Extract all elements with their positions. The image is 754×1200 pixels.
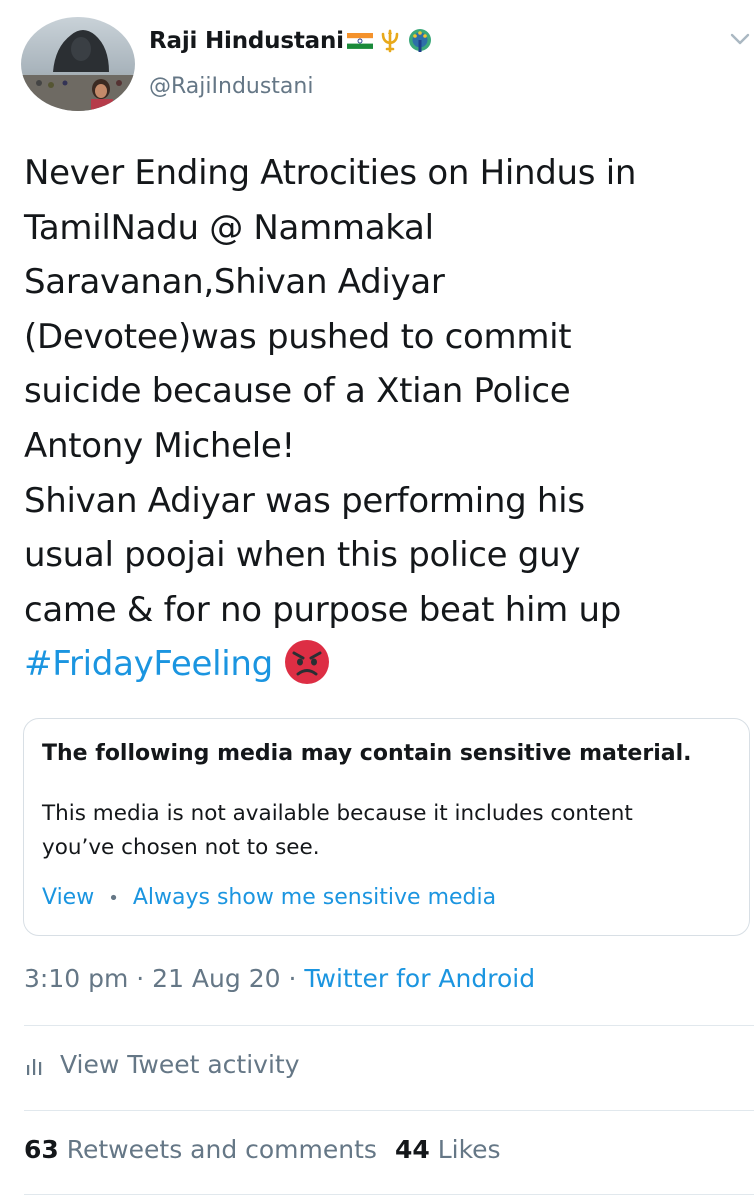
tweet-date: 21 Aug 20 xyxy=(152,964,281,993)
angry-face-icon xyxy=(284,639,329,684)
sensitive-body-line: This media is not available because it i… xyxy=(42,801,633,826)
tweet-meta: 3:10 pm · 21 Aug 20 · Twitter for Androi… xyxy=(24,964,535,993)
tweet-source-link[interactable]: Twitter for Android xyxy=(304,964,535,993)
retweets-count: 63 xyxy=(24,1135,59,1164)
divider xyxy=(24,1110,754,1111)
tweet-line: Never Ending Atrocities on Hindus in xyxy=(24,153,637,193)
retweets-stat[interactable]: 63 Retweets and comments xyxy=(24,1135,377,1164)
peacock-icon xyxy=(408,29,431,52)
always-show-sensitive-link[interactable]: Always show me sensitive media xyxy=(133,885,496,910)
user-handle[interactable]: @RajiIndustani xyxy=(149,74,313,99)
tweet-stats: 63 Retweets and comments 44 Likes xyxy=(24,1135,501,1164)
view-tweet-activity-button[interactable]: View Tweet activity xyxy=(24,1050,300,1079)
bar-chart-icon xyxy=(27,1058,42,1075)
tweet-line: came & for no purpose beat him up xyxy=(24,589,621,630)
hashtag-link[interactable]: #FridayFeeling xyxy=(24,644,273,684)
sensitive-body: This media is not available because it i… xyxy=(42,797,732,865)
india-flag-icon xyxy=(346,33,373,49)
display-name-row[interactable]: Raji Hindustani xyxy=(149,24,434,58)
display-name[interactable]: Raji Hindustani xyxy=(149,28,344,54)
view-media-link[interactable]: View xyxy=(42,885,94,910)
sensitive-actions: View • Always show me sensitive media xyxy=(42,885,496,910)
avatar[interactable] xyxy=(21,17,135,111)
divider xyxy=(24,1194,754,1195)
tweet-text: Never Ending Atrocities on Hindus in Tam… xyxy=(24,146,749,692)
avatar-image xyxy=(21,17,135,111)
trident-icon xyxy=(381,29,399,53)
likes-count: 44 xyxy=(394,1135,430,1164)
likes-stat[interactable]: 44 Likes xyxy=(395,1135,501,1164)
sensitive-title: The following media may contain sensitiv… xyxy=(42,741,692,766)
tweet-line: Saravanan,Shivan Adiyar xyxy=(24,262,445,303)
tweet-time: 3:10 pm xyxy=(24,964,129,993)
chevron-down-icon[interactable] xyxy=(728,30,752,48)
hashtag-line: #FridayFeeling xyxy=(24,637,749,692)
tweet-line: Shivan Adiyar was performing his xyxy=(24,480,585,521)
divider xyxy=(24,1025,754,1026)
view-tweet-activity-label: View Tweet activity xyxy=(60,1050,300,1079)
tweet-line: Antony Michele! xyxy=(24,425,295,466)
meta-separator: · xyxy=(288,964,297,993)
meta-separator: · xyxy=(136,964,145,993)
sensitive-media-card: The following media may contain sensitiv… xyxy=(23,718,750,936)
tweet-line: TamilNadu @ Nammakal xyxy=(24,207,434,248)
likes-label: Likes xyxy=(437,1135,501,1164)
tweet-line: (Devotee)was pushed to commit xyxy=(24,316,572,357)
retweets-label: Retweets and comments xyxy=(66,1135,377,1164)
tweet-line: usual poojai when this police guy xyxy=(24,535,581,576)
tweet-line: suicide because of a Xtian Police xyxy=(24,371,571,412)
sensitive-body-line: you’ve chosen not to see. xyxy=(42,835,320,860)
separator-dot: • xyxy=(108,888,119,909)
